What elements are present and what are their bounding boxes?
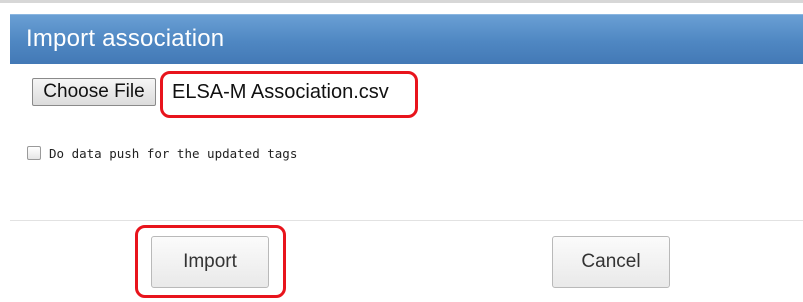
cancel-button[interactable]: Cancel (552, 236, 670, 288)
selected-file-name: ELSA-M Association.csv (172, 81, 389, 103)
import-button[interactable]: Import (151, 236, 269, 288)
dialog-title: Import association (26, 25, 225, 52)
top-divider (0, 0, 803, 3)
footer-divider (10, 220, 803, 221)
import-association-dialog: Import association Choose File ELSA-M As… (0, 0, 803, 302)
choose-file-button[interactable]: Choose File (32, 78, 156, 106)
data-push-checkbox[interactable] (27, 146, 41, 160)
data-push-label[interactable]: Do data push for the updated tags (49, 144, 297, 164)
dialog-titlebar: Import association (10, 14, 803, 64)
